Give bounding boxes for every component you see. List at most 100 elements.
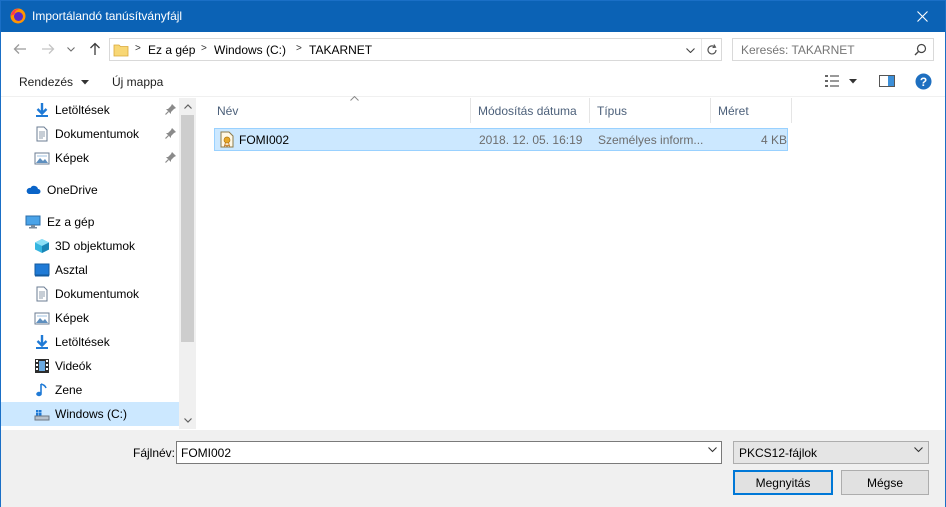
search-box[interactable] — [732, 38, 934, 61]
refresh-button[interactable] — [701, 39, 721, 60]
title-bar: Importálandó tanúsítványfájl — [1, 1, 945, 32]
column-header-name[interactable]: Név — [210, 96, 471, 123]
nav-item-label: Képek — [55, 151, 90, 165]
recent-locations-button[interactable] — [64, 40, 78, 58]
pictures-icon — [34, 312, 50, 325]
file-name: FOMI002 — [239, 133, 290, 147]
forward-button[interactable] — [38, 40, 58, 58]
arrow-right-icon — [42, 44, 55, 54]
preview-pane-button[interactable] — [879, 74, 895, 91]
breadcrumb-takarnet[interactable]: TAKARNET — [309, 43, 372, 57]
nav-scrollbar[interactable] — [179, 98, 196, 429]
back-button[interactable] — [10, 40, 30, 58]
navigation-pane: Letöltések Dokumentumok Képek OneDrive E… — [1, 98, 196, 429]
new-folder-button[interactable]: Új mappa — [112, 75, 163, 89]
help-icon: ? — [915, 73, 932, 90]
chevron-down-icon — [685, 47, 695, 53]
file-type: Személyes inform... — [598, 133, 704, 147]
nav-item-music[interactable]: Zene — [1, 378, 179, 402]
document-icon — [36, 126, 48, 142]
nav-item-onedrive[interactable]: OneDrive — [1, 178, 179, 202]
search-input[interactable] — [741, 42, 911, 58]
videos-icon — [35, 359, 49, 373]
column-header-size[interactable]: Méret — [711, 98, 792, 123]
address-dropdown-button[interactable] — [681, 42, 699, 58]
column-header-label: Módosítás dátuma — [478, 104, 577, 118]
cloud-icon — [26, 185, 41, 194]
chevron-down-icon[interactable] — [708, 447, 717, 453]
nav-item-label: OneDrive — [47, 183, 98, 197]
up-button[interactable] — [85, 40, 105, 58]
close-icon — [916, 11, 928, 22]
desktop-icon — [34, 263, 50, 277]
nav-item-label: Letöltések — [55, 335, 110, 349]
breadcrumb-this-pc[interactable]: Ez a gép — [148, 43, 195, 57]
nav-item-label: Dokumentumok — [55, 287, 140, 301]
pin-icon[interactable] — [165, 127, 177, 139]
scroll-down-button[interactable] — [179, 412, 196, 429]
nav-item-documents-quick[interactable]: Dokumentumok — [1, 122, 179, 146]
address-row: > Ez a gép > Windows (C:) > TAKARNET — [1, 32, 945, 67]
file-row[interactable]: FOMI002 2018. 12. 05. 16:19 Személyes in… — [214, 128, 788, 151]
nav-item-pictures-quick[interactable]: Képek — [1, 146, 179, 170]
breadcrumb-separator: > — [296, 43, 302, 54]
organize-button[interactable]: Rendezés — [19, 75, 90, 89]
nav-item-3d-objects[interactable]: 3D objektumok — [1, 234, 179, 258]
nav-item-this-pc[interactable]: Ez a gép — [1, 210, 179, 234]
chevron-down-icon — [914, 447, 923, 453]
file-list: Név Módosítás dátuma Típus Méret FOMI002… — [197, 96, 945, 429]
nav-item-label: Zene — [55, 383, 83, 397]
download-icon — [36, 335, 48, 349]
nav-item-desktop[interactable]: Asztal — [1, 258, 179, 282]
nav-item-label: Ez a gép — [47, 215, 95, 229]
music-icon — [36, 383, 47, 397]
nav-item-label: Videók — [55, 359, 92, 373]
column-header-label: Méret — [718, 104, 749, 118]
file-open-dialog: Importálandó tanúsítványfájl > Ez a gép … — [0, 0, 946, 507]
firefox-icon — [10, 8, 26, 24]
address-bar[interactable]: > Ez a gép > Windows (C:) > TAKARNET — [109, 38, 722, 61]
column-header-label: Név — [217, 104, 239, 118]
nav-item-windows-c[interactable]: Windows (C:) — [1, 402, 179, 426]
filename-label: Fájlnév: — [133, 446, 176, 460]
help-button[interactable]: ? — [915, 73, 932, 93]
filename-field[interactable]: FOMI002 — [176, 441, 722, 464]
refresh-icon — [706, 43, 717, 54]
breadcrumb-windows-c[interactable]: Windows (C:) — [214, 43, 286, 57]
nav-item-downloads-quick[interactable]: Letöltések — [1, 98, 179, 122]
column-header-modified[interactable]: Módosítás dátuma — [471, 98, 590, 123]
3d-objects-icon — [35, 239, 49, 253]
caret-down-icon — [81, 80, 90, 85]
nav-item-label: Dokumentumok — [55, 127, 140, 141]
nav-item-pictures[interactable]: Képek — [1, 306, 179, 330]
pin-icon[interactable] — [165, 151, 177, 163]
chevron-down-icon — [183, 418, 192, 423]
view-options-button[interactable] — [824, 74, 858, 91]
nav-item-label: Asztal — [55, 263, 88, 277]
pin-icon[interactable] — [165, 103, 177, 115]
nav-item-documents[interactable]: Dokumentumok — [1, 282, 179, 306]
arrow-left-icon — [13, 44, 26, 54]
cancel-button[interactable]: Mégse — [841, 470, 929, 495]
arrow-up-icon — [90, 42, 100, 55]
scroll-up-button[interactable] — [179, 98, 196, 115]
filename-value: FOMI002 — [181, 446, 232, 460]
search-icon — [914, 43, 927, 56]
chevron-up-icon — [183, 104, 192, 109]
file-size: 4 KB — [761, 133, 788, 147]
nav-item-videos[interactable]: Videók — [1, 354, 179, 378]
close-button[interactable] — [899, 1, 945, 32]
breadcrumb-separator: > — [135, 43, 141, 54]
command-bar: Rendezés Új mappa ? — [1, 67, 945, 97]
nav-item-downloads[interactable]: Letöltések — [1, 330, 179, 354]
download-icon — [36, 103, 48, 117]
column-header-type[interactable]: Típus — [590, 98, 711, 123]
breadcrumb-separator: > — [201, 43, 207, 54]
filetype-select[interactable]: PKCS12-fájlok — [733, 441, 929, 464]
pictures-icon — [34, 152, 50, 165]
window-title: Importálandó tanúsítványfájl — [32, 9, 183, 23]
document-icon — [36, 286, 48, 302]
open-button[interactable]: Megnyitás — [733, 470, 833, 495]
scrollbar-thumb[interactable] — [181, 115, 194, 342]
sort-ascending-icon — [350, 96, 359, 101]
